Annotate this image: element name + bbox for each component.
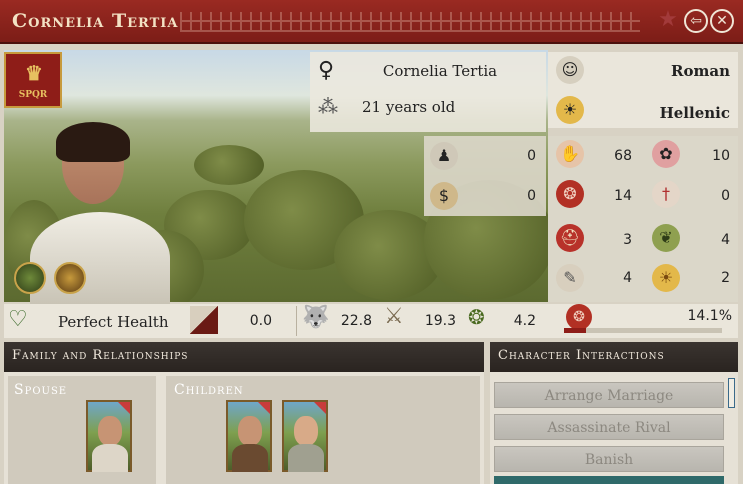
female-symbol-icon: ♀ bbox=[318, 58, 335, 83]
wealth-bag-icon: $ bbox=[430, 182, 458, 210]
wreath-icon: ❂ bbox=[468, 305, 485, 329]
children-label: Children bbox=[174, 382, 244, 398]
sun-value: 2 bbox=[721, 270, 730, 286]
sun-icon: ☀ bbox=[652, 264, 680, 292]
seal-value: 14 bbox=[614, 188, 632, 204]
popularity-bar-fill bbox=[564, 328, 587, 333]
trait-laurel-icon[interactable] bbox=[14, 262, 46, 294]
health-heart-icon: ♡ bbox=[8, 307, 28, 332]
loyalty-icon: ♟ bbox=[430, 142, 458, 170]
culture-name: Roman bbox=[671, 62, 730, 80]
theatre-masks-icon: ☺ bbox=[556, 56, 584, 84]
interactions-header: Character Interactions bbox=[490, 342, 738, 372]
character-portrait[interactable] bbox=[30, 212, 170, 304]
arrange-marriage-button[interactable]: Arrange Marriage bbox=[494, 382, 724, 408]
health-status: Perfect Health bbox=[58, 313, 169, 331]
dagger-icon: † bbox=[652, 180, 680, 208]
hand-value: 68 bbox=[614, 148, 632, 164]
wolf-icon: 🐺 bbox=[302, 305, 330, 330]
family-header: Family and Relationships bbox=[4, 342, 484, 372]
close-button[interactable]: ✕ bbox=[710, 9, 734, 33]
next-action-button[interactable] bbox=[494, 476, 724, 484]
sword-icon: ⚔ bbox=[384, 304, 404, 329]
popularity-seal-icon: ❂ bbox=[566, 304, 592, 330]
scrollbar-thumb[interactable] bbox=[728, 378, 735, 408]
back-button[interactable]: ⇦ bbox=[684, 9, 708, 33]
wealth-value: 0 bbox=[527, 188, 536, 204]
trait-mask-icon[interactable] bbox=[54, 262, 86, 294]
age-icon: ⁂ bbox=[318, 94, 338, 118]
child-portrait-card[interactable] bbox=[226, 400, 272, 472]
favorite-star-icon[interactable]: ★ bbox=[656, 9, 680, 33]
flower-value: 10 bbox=[712, 148, 730, 164]
character-hair bbox=[56, 122, 130, 162]
scroll-icon: ✎ bbox=[556, 264, 584, 292]
spouse-label: Spouse bbox=[14, 382, 68, 398]
assassinate-rival-button[interactable]: Assassinate Rival bbox=[494, 414, 724, 440]
spouse-portrait-card[interactable] bbox=[86, 400, 132, 472]
laurel-value: 4 bbox=[721, 232, 730, 248]
finesse-value: 19.3 bbox=[424, 313, 456, 329]
martial-value: 22.8 bbox=[340, 313, 372, 329]
character-name: Cornelia Tertia bbox=[382, 62, 498, 80]
popularity-value: 14.1% bbox=[687, 308, 732, 324]
seal-icon: ❂ bbox=[556, 180, 584, 208]
window-title: Cornelia Tertia bbox=[12, 10, 179, 32]
loyalty-value: 0 bbox=[527, 148, 536, 164]
prominence-value: 0.0 bbox=[249, 313, 272, 329]
hand-icon: ✋ bbox=[556, 140, 584, 168]
zeal-value: 4.2 bbox=[513, 313, 536, 329]
child-portrait-card[interactable] bbox=[282, 400, 328, 472]
popularity-bar bbox=[564, 328, 722, 333]
eagle-icon: ♛ bbox=[25, 61, 43, 85]
laurel-icon: ❦ bbox=[652, 224, 680, 252]
meander-decoration bbox=[180, 12, 640, 32]
helmet-icon: ⛑ bbox=[556, 224, 584, 252]
character-age: 21 years old bbox=[362, 98, 456, 116]
prominence-icon bbox=[190, 306, 218, 334]
helmet-value: 3 bbox=[623, 232, 632, 248]
scroll-value: 4 bbox=[623, 270, 632, 286]
banish-button[interactable]: Banish bbox=[494, 446, 724, 472]
dagger-value: 0 bbox=[721, 188, 730, 204]
religion-sun-icon: ☀ bbox=[556, 96, 584, 124]
religion-name: Hellenic bbox=[659, 104, 730, 122]
faction-emblem[interactable]: ♛ SPQR bbox=[4, 52, 62, 108]
flower-icon: ✿ bbox=[652, 140, 680, 168]
